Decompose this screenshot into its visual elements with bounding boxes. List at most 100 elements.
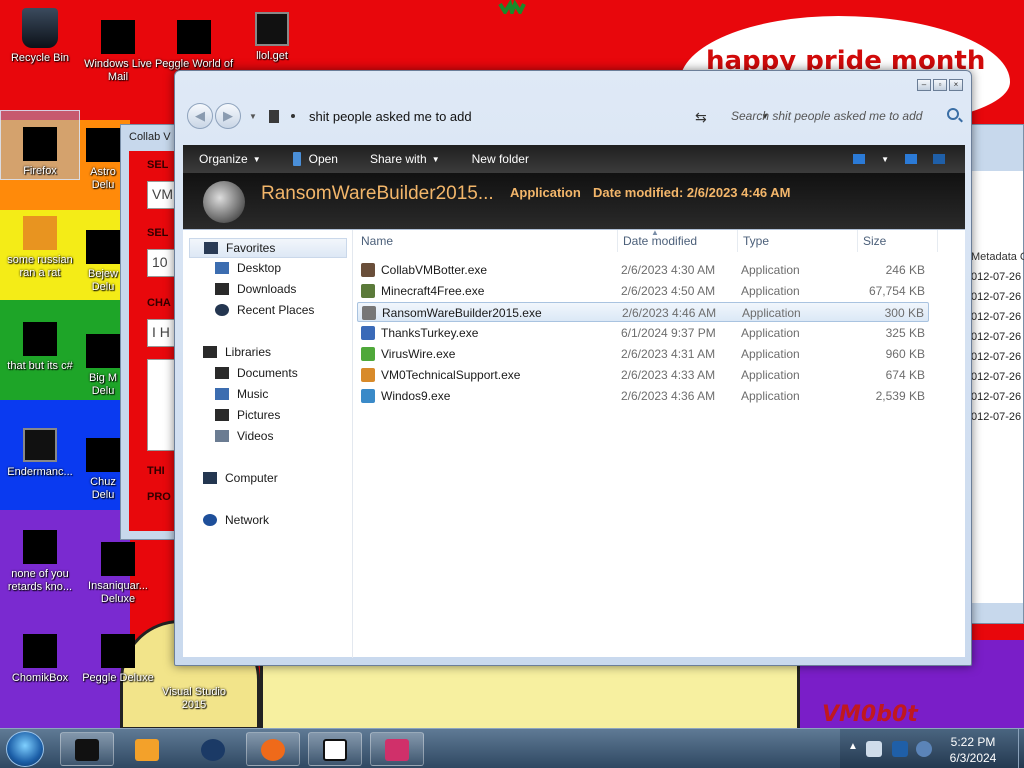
network-icon[interactable] xyxy=(892,741,908,757)
file-name: RansomWareBuilder2015.exe xyxy=(382,306,542,320)
minimize-button[interactable]: – xyxy=(917,79,931,91)
file-row[interactable]: CollabVMBotter.exe 2/6/2023 4:30 AM Appl… xyxy=(357,260,929,280)
game-icon xyxy=(86,438,120,472)
mail-icon xyxy=(101,20,135,54)
column-divider[interactable] xyxy=(617,230,618,252)
file-row-selected[interactable]: RansomWareBuilder2015.exe 2/6/2023 4:46 … xyxy=(357,302,929,322)
taskbar-button-firefox[interactable] xyxy=(246,732,300,766)
address-bar[interactable]: shit people asked me to add ▼ xyxy=(261,103,769,129)
desktop-icon-none-of-you[interactable]: none of you retards kno... xyxy=(0,530,80,594)
file-name: Minecraft4Free.exe xyxy=(381,284,485,298)
desktop-icon-enderman[interactable]: Endermanc... xyxy=(0,428,80,479)
desktop-icon-peggle-world[interactable]: Peggle World of xyxy=(154,20,234,71)
view-options-chevron-icon[interactable]: ▼ xyxy=(881,155,889,164)
file-row[interactable]: Windos9.exe 2/6/2023 4:36 AM Application… xyxy=(357,386,929,406)
star-icon xyxy=(204,242,218,254)
new-folder-button[interactable]: New folder xyxy=(456,152,545,166)
label-fragment: THI xyxy=(147,465,165,477)
tree-item-downloads[interactable]: Downloads xyxy=(215,282,296,296)
tree-item-pictures[interactable]: Pictures xyxy=(215,408,280,422)
column-divider[interactable] xyxy=(937,230,938,252)
file-icon xyxy=(361,368,375,382)
navigation-buttons: ◀ ▶ ▼ xyxy=(187,103,257,129)
desktop-icon-chomikbox[interactable]: ChomikBox xyxy=(0,634,80,685)
desktop-icon-insaniquarium[interactable]: Insaniquar... Deluxe xyxy=(78,542,158,606)
desktop-icon-recycle-bin[interactable]: Recycle Bin xyxy=(0,8,80,65)
taskbar-button-app[interactable] xyxy=(370,732,424,766)
desktop-icon-llol[interactable]: llol.get xyxy=(232,12,312,63)
desktop-icon-csharp[interactable]: that but its c# xyxy=(0,322,80,373)
taskbar-button-7zip[interactable] xyxy=(308,732,362,766)
back-button[interactable]: ◀ xyxy=(187,103,213,129)
share-with-button[interactable]: Share with ▼ xyxy=(354,152,456,166)
tree-item-music[interactable]: Music xyxy=(215,387,268,401)
help-icon[interactable] xyxy=(933,154,945,164)
preview-pane-icon[interactable] xyxy=(905,154,917,164)
taskbar-button-media[interactable] xyxy=(120,732,174,766)
tree-item-documents[interactable]: Documents xyxy=(215,366,298,380)
open-button[interactable]: Open xyxy=(277,152,354,166)
tree-item-desktop[interactable]: Desktop xyxy=(215,261,281,275)
file-row[interactable]: Minecraft4Free.exe 2/6/2023 4:50 AM Appl… xyxy=(357,281,929,301)
music-icon xyxy=(215,388,229,400)
media-player-icon xyxy=(135,739,159,761)
change-view-icon[interactable] xyxy=(853,154,866,164)
show-hidden-icons-arrow[interactable]: ▲ xyxy=(848,741,858,752)
desktop-icon-russian-rat[interactable]: some russian ran a rat xyxy=(0,216,80,280)
column-headers: ▲ Name Date modified Type Size xyxy=(353,228,965,252)
organize-button[interactable]: Organize ▼ xyxy=(183,152,277,166)
background-window-right[interactable]: Metadata C 012-07-26 012-07-26 012-07-26… xyxy=(968,124,1024,624)
column-header-type[interactable]: Type xyxy=(743,234,769,248)
search-icon[interactable] xyxy=(947,108,959,120)
column-divider[interactable] xyxy=(857,230,858,252)
desktop-icon-label: some russian ran a rat xyxy=(7,254,73,279)
column-header-size[interactable]: Size xyxy=(863,234,886,248)
folder-icon xyxy=(269,109,279,123)
list-item: 012-07-26 xyxy=(971,351,1022,363)
column-header-date-modified[interactable]: Date modified xyxy=(623,234,697,248)
list-item: 012-07-26 xyxy=(971,291,1022,303)
taskbar-button-terminal[interactable] xyxy=(60,732,114,766)
maximize-button[interactable]: ▫ xyxy=(933,79,947,91)
navigation-tree: Favorites Desktop Downloads Recent Place… xyxy=(183,230,353,658)
file-row[interactable]: ThanksTurkey.exe 6/1/2024 9:37 PM Applic… xyxy=(357,323,929,343)
desktop-icon-peggle-deluxe[interactable]: Peggle Deluxe xyxy=(78,634,158,685)
list-item: 012-07-26 xyxy=(971,411,1022,423)
desktop-icon-windows-live-mail[interactable]: Windows Live Mail xyxy=(78,20,158,84)
tree-label: Computer xyxy=(225,471,278,485)
chevron-down-icon: ▼ xyxy=(431,154,440,164)
desktop-icon-firefox[interactable]: Firefox xyxy=(0,110,80,180)
taskbar-button-browser[interactable] xyxy=(186,732,240,766)
file-name: Windos9.exe xyxy=(381,389,451,403)
search-box[interactable]: Search shit people asked me to add xyxy=(723,104,967,128)
share-with-label: Share with xyxy=(369,152,427,166)
tree-label: Documents xyxy=(237,366,298,380)
forward-button[interactable]: ▶ xyxy=(215,103,241,129)
address-path[interactable]: shit people asked me to add xyxy=(309,109,472,124)
tree-item-favorites[interactable]: Favorites xyxy=(189,238,347,258)
file-date: 2/6/2023 4:36 AM xyxy=(621,389,716,403)
tree-item-network[interactable]: Network xyxy=(203,513,269,527)
clock[interactable]: 5:22 PM 6/3/2024 xyxy=(928,734,1018,766)
explorer-window[interactable]: – ▫ × ◀ ▶ ▼ shit people asked me to add … xyxy=(174,70,972,666)
tree-label: Recent Places xyxy=(237,303,315,317)
tree-item-libraries[interactable]: Libraries xyxy=(203,345,271,359)
column-divider[interactable] xyxy=(737,230,738,252)
column-header-name[interactable]: Name xyxy=(361,234,393,248)
file-type: Application xyxy=(741,368,800,382)
terminal-icon xyxy=(75,739,99,761)
tree-item-computer[interactable]: Computer xyxy=(203,471,278,485)
show-desktop-button[interactable] xyxy=(1018,729,1024,768)
action-center-icon[interactable] xyxy=(866,741,882,757)
recent-pages-dropdown[interactable]: ▼ xyxy=(249,112,257,121)
refresh-icon[interactable]: ⇆ xyxy=(695,109,707,126)
file-row[interactable]: VM0TechnicalSupport.exe 2/6/2023 4:33 AM… xyxy=(357,365,929,385)
tree-item-recent-places[interactable]: Recent Places xyxy=(215,303,314,317)
tree-item-videos[interactable]: Videos xyxy=(215,429,273,443)
desktop-icon-label: Recycle Bin xyxy=(10,52,70,64)
start-button[interactable] xyxy=(6,731,44,767)
file-date: 2/6/2023 4:46 AM xyxy=(622,306,717,320)
file-row[interactable]: VirusWire.exe 2/6/2023 4:31 AM Applicati… xyxy=(357,344,929,364)
breadcrumb-separator-icon[interactable] xyxy=(291,114,295,118)
close-button[interactable]: × xyxy=(949,79,963,91)
